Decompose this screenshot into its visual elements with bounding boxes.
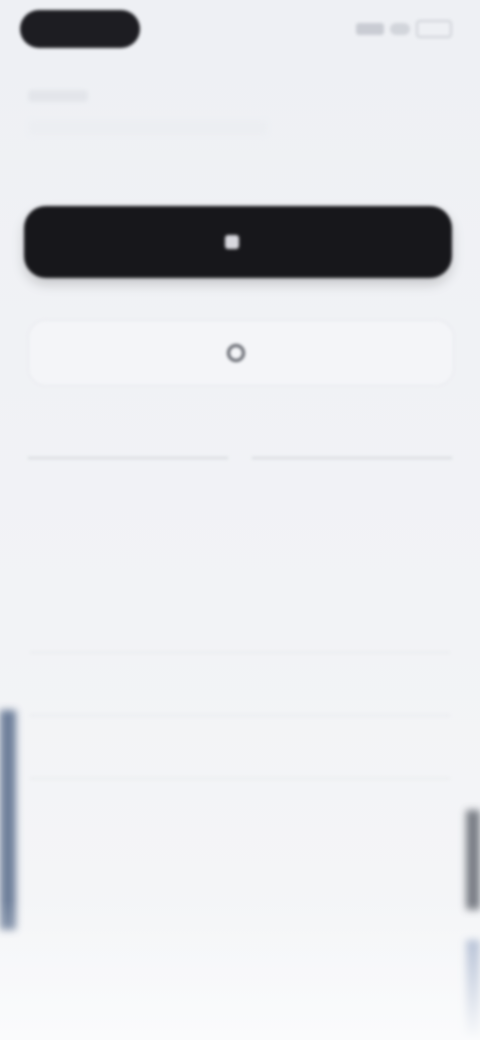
- background-window-left: [0, 710, 16, 930]
- form-field-2[interactable]: [30, 653, 450, 716]
- signal-icon: [356, 23, 384, 35]
- status-indicators: [356, 18, 452, 40]
- divider-line-left: [28, 457, 228, 459]
- battery-icon: [416, 20, 452, 38]
- apple-icon: [225, 235, 239, 249]
- form-field-3[interactable]: [30, 716, 450, 779]
- continue-with-google-button[interactable]: [28, 320, 454, 386]
- form-field-1[interactable]: [30, 590, 450, 653]
- wifi-icon: [389, 23, 411, 35]
- form-fields: [30, 590, 450, 779]
- page-title: [28, 120, 268, 136]
- bottom-fade: [0, 900, 480, 1040]
- background-window-right: [466, 810, 480, 910]
- status-time: [20, 10, 140, 48]
- header-caption: [28, 90, 88, 102]
- or-divider: [28, 440, 452, 476]
- continue-with-apple-button[interactable]: [24, 206, 452, 278]
- divider-line-right: [252, 457, 452, 459]
- google-icon: [227, 344, 245, 362]
- header: [28, 90, 448, 170]
- status-bar: [0, 0, 480, 64]
- screen: [0, 0, 480, 1040]
